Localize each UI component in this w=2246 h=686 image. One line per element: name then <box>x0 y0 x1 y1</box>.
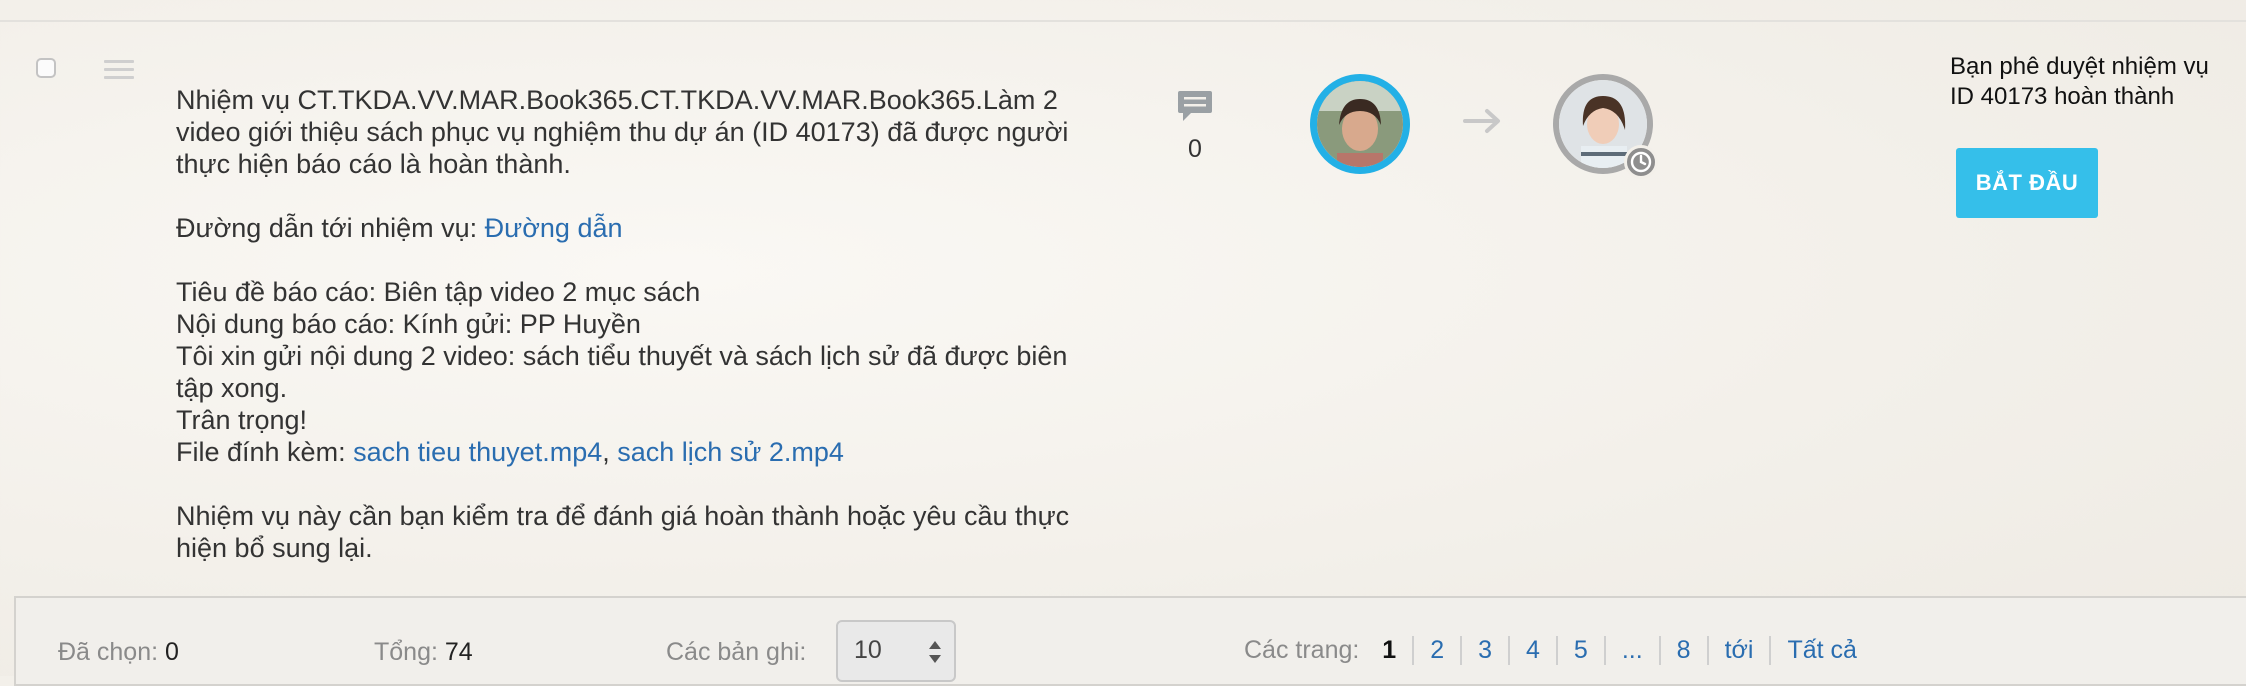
page-link[interactable]: 8 <box>1658 636 1707 665</box>
drag-handle-icon[interactable] <box>104 60 134 84</box>
task-link[interactable]: Đường dẫn <box>485 213 623 243</box>
comment-button[interactable]: 0 <box>1176 88 1214 164</box>
attachments-line: File đính kèm: sach tieu thuyet.mp4, sac… <box>176 436 1136 468</box>
page-next[interactable]: tới <box>1706 636 1770 665</box>
message-line: thực hiện báo cáo là hoàn thành. <box>176 149 571 179</box>
total-value: 74 <box>444 638 473 666</box>
report-content: Nội dung báo cáo: Kính gửi: PP Huyền <box>176 309 641 339</box>
status-line: ID 40173 hoàn thành <box>1950 83 2175 110</box>
assigner-avatar[interactable] <box>1310 74 1410 174</box>
total-label: Tổng: <box>374 638 445 666</box>
attachment-separator: , <box>602 437 618 467</box>
status-line: Bạn phê duyệt nhiệm vụ <box>1950 53 2209 80</box>
message-line: video giới thiệu sách phục vụ nghiệm thu… <box>176 117 1069 147</box>
total-count: Tổng: 74 <box>374 638 473 667</box>
top-divider <box>0 20 2246 22</box>
pagination: Các trang: 1 2 3 4 5... 8 tới Tất cả <box>1244 636 1873 665</box>
report-body: tập xong. <box>176 373 288 403</box>
arrow-right-icon <box>1463 109 1500 133</box>
attachment-link[interactable]: sach tieu thuyet.mp4 <box>353 437 602 467</box>
task-link-label: Đường dẫn tới nhiệm vụ: <box>176 213 485 243</box>
records-label: Các bản ghi: <box>666 638 807 666</box>
task-message: Nhiệm vụ CT.TKDA.VV.MAR.Book365.CT.TKDA.… <box>176 84 1136 564</box>
message-line: Nhiệm vụ CT.TKDA.VV.MAR.Book365.CT.TKDA.… <box>176 85 1058 115</box>
row-checkbox[interactable] <box>36 58 56 78</box>
start-button[interactable]: BẮT ĐẦU <box>1956 148 2098 218</box>
status-text: Bạn phê duyệt nhiệm vụ ID 40173 hoàn thà… <box>1950 52 2246 112</box>
page-link[interactable]: 3 <box>1460 636 1508 665</box>
records-per-page-select[interactable]: 10 <box>836 620 956 682</box>
comment-count: 0 <box>1188 135 1202 163</box>
selected-value: 0 <box>165 638 179 666</box>
report-closing: Trân trọng! <box>176 405 308 435</box>
task-link-line: Đường dẫn tới nhiệm vụ: Đường dẫn <box>176 212 1136 244</box>
attachment-link[interactable]: sach lịch sử 2.mp4 <box>617 437 844 467</box>
pages-label: Các trang: <box>1244 636 1367 664</box>
review-note: hiện bổ sung lại. <box>176 533 373 563</box>
comment-icon <box>1178 91 1212 121</box>
selected-count: Đã chọn: 0 <box>58 638 179 667</box>
page-all[interactable]: Tất cả <box>1769 636 1872 665</box>
attachments-label: File đính kèm: <box>176 437 354 467</box>
page-link[interactable]: 5 <box>1555 636 1604 665</box>
report-title: Tiêu đề báo cáo: Biên tập video 2 mục sá… <box>176 277 701 307</box>
selected-label: Đã chọn: <box>58 638 166 666</box>
page-link[interactable]: 2 <box>1412 636 1460 665</box>
page-ellipsis[interactable]: ... <box>1603 636 1659 665</box>
clock-icon <box>1624 145 1658 179</box>
report-body: Tôi xin gửi nội dung 2 video: sách tiểu … <box>176 341 1068 371</box>
page-link[interactable]: 4 <box>1508 636 1556 665</box>
list-footer: Đã chọn: 0 Tổng: 74 Các bản ghi: 10 Các … <box>14 596 2246 686</box>
select-caret-icon <box>929 641 941 663</box>
review-note: Nhiệm vụ này cần bạn kiểm tra để đánh gi… <box>176 501 1070 531</box>
page-link-current[interactable]: 1 <box>1366 636 1412 665</box>
records-per-page-value: 10 <box>854 636 882 664</box>
